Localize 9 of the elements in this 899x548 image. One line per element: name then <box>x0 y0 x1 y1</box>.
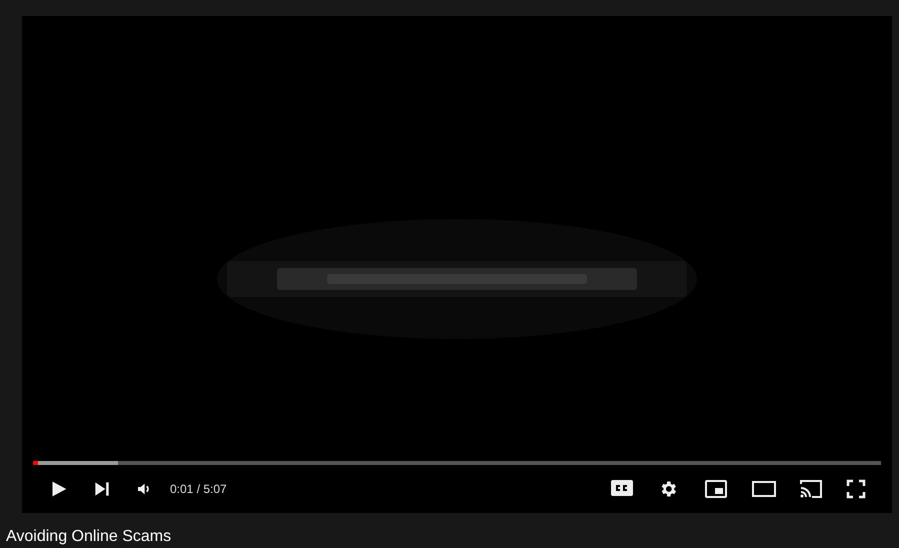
time-display: 0:01 / 5:07 <box>170 481 227 498</box>
cast-icon <box>799 479 823 499</box>
captions-icon <box>611 480 633 496</box>
fullscreen-icon <box>846 479 866 499</box>
rectangle-icon <box>752 481 776 497</box>
volume-icon <box>136 481 152 497</box>
miniplayer-icon <box>705 480 727 498</box>
video-title: Avoiding Online Scams <box>6 527 172 547</box>
progress-bar[interactable] <box>33 461 881 465</box>
